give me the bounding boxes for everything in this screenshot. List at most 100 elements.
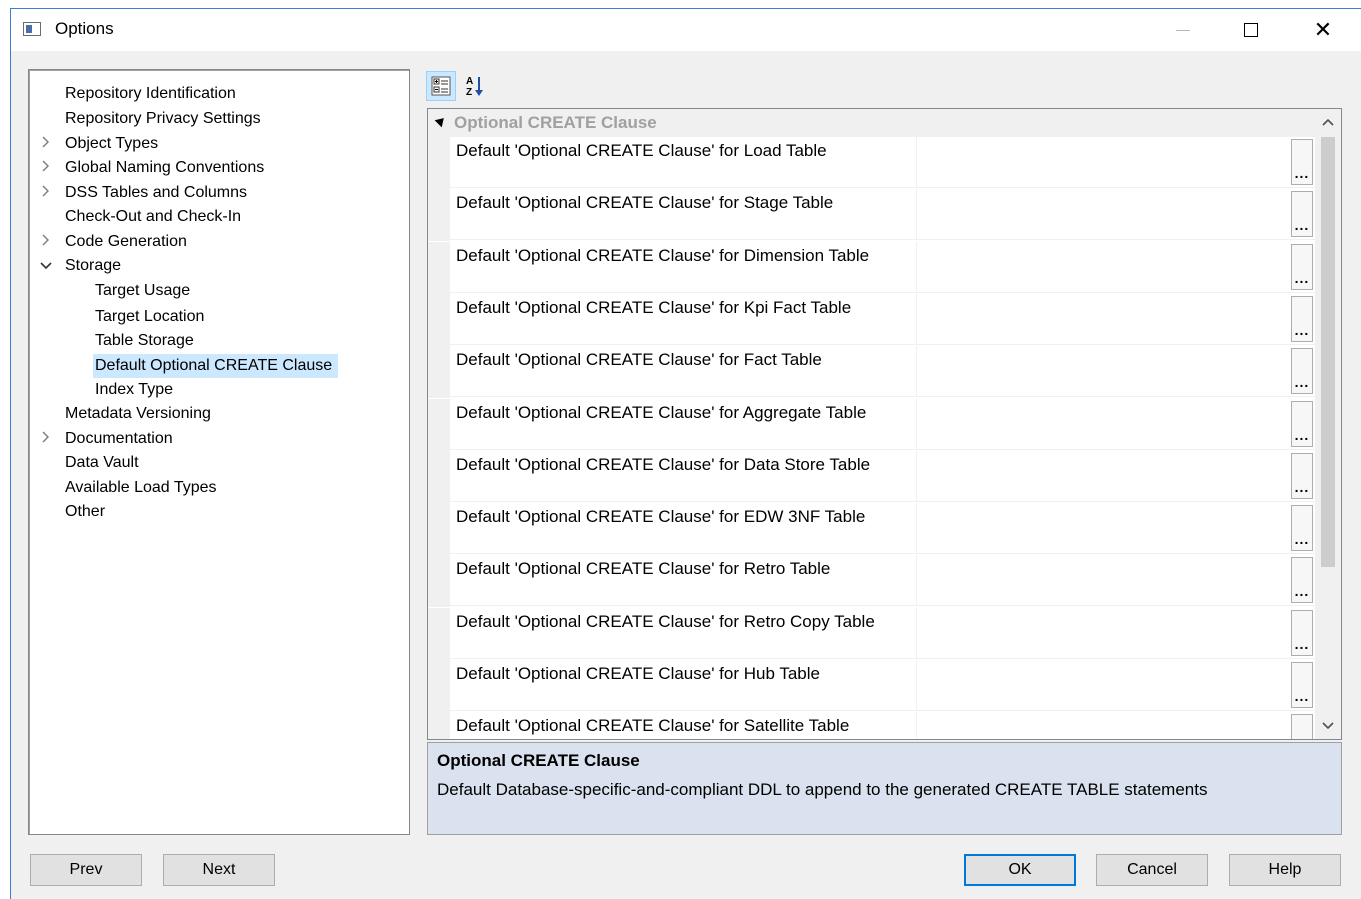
- property-value-field[interactable]: ...: [917, 660, 1315, 711]
- property-value-field[interactable]: ...: [917, 399, 1315, 450]
- property-value-field[interactable]: ...: [917, 555, 1315, 607]
- tree-item[interactable]: Data Vault: [63, 451, 145, 475]
- property-value-field[interactable]: ...: [917, 242, 1315, 293]
- property-row[interactable]: Default 'Optional CREATE Clause' for Dim…: [428, 241, 1315, 294]
- next-button[interactable]: Next: [163, 854, 275, 886]
- vertical-scrollbar[interactable]: [1315, 109, 1341, 739]
- property-name[interactable]: Default 'Optional CREATE Clause' for Ret…: [450, 555, 917, 607]
- alphabetical-sort-icon: A Z: [466, 76, 483, 98]
- tree-item[interactable]: Target Usage: [93, 279, 196, 303]
- close-button[interactable]: ✕: [1291, 9, 1355, 51]
- chevron-down-icon[interactable]: [39, 254, 53, 278]
- property-row[interactable]: Default 'Optional CREATE Clause' for Loa…: [428, 137, 1315, 189]
- ellipsis-button[interactable]: ...: [1291, 295, 1313, 342]
- row-margin: [428, 503, 450, 556]
- categorized-view-icon: [431, 76, 451, 96]
- property-name[interactable]: Default 'Optional CREATE Clause' for Kpi…: [450, 293, 917, 345]
- category-label: Optional CREATE Clause: [454, 113, 657, 132]
- property-name[interactable]: Default 'Optional CREATE Clause' for Sat…: [450, 712, 917, 739]
- property-grid: Optional CREATE Clause Default 'Optional…: [427, 108, 1342, 740]
- ellipsis-button[interactable]: ...: [1291, 714, 1313, 739]
- tree-item[interactable]: Other: [63, 500, 111, 524]
- property-value-field[interactable]: ...: [917, 503, 1315, 555]
- scroll-thumb[interactable]: [1321, 137, 1335, 567]
- tree-item[interactable]: Default Optional CREATE Clause: [93, 354, 339, 378]
- tree-item[interactable]: Table Storage: [93, 329, 200, 353]
- tree-item[interactable]: Documentation: [63, 427, 179, 451]
- ellipsis-button[interactable]: ...: [1291, 505, 1313, 552]
- tree-item[interactable]: Storage: [63, 254, 127, 278]
- tree-item[interactable]: Check-Out and Check-In: [63, 205, 247, 229]
- property-row[interactable]: Default 'Optional CREATE Clause' for Dat…: [428, 450, 1315, 503]
- chevron-right-icon[interactable]: [39, 132, 53, 156]
- ellipsis-button[interactable]: ...: [1291, 452, 1313, 499]
- property-row[interactable]: Default 'Optional CREATE Clause' for EDW…: [428, 503, 1315, 556]
- cancel-button[interactable]: Cancel: [1096, 854, 1208, 886]
- chevron-right-icon[interactable]: [39, 181, 53, 205]
- help-button[interactable]: Help: [1229, 854, 1341, 886]
- property-row[interactable]: Default 'Optional CREATE Clause' for Kpi…: [428, 293, 1315, 346]
- row-margin: [428, 346, 450, 399]
- property-row[interactable]: Default 'Optional CREATE Clause' for Agg…: [428, 398, 1315, 451]
- ellipsis-button[interactable]: ...: [1291, 139, 1313, 185]
- scroll-down-icon[interactable]: [1315, 713, 1341, 739]
- collapse-triangle-icon[interactable]: [434, 114, 448, 128]
- ellipsis-button[interactable]: ...: [1291, 609, 1313, 656]
- property-value-field[interactable]: ...: [917, 608, 1315, 659]
- ellipsis-button[interactable]: ...: [1291, 348, 1313, 395]
- property-name[interactable]: Default 'Optional CREATE Clause' for Sta…: [450, 189, 917, 241]
- categorized-view-button[interactable]: [426, 71, 456, 101]
- ellipsis-button[interactable]: ...: [1291, 243, 1313, 290]
- tree-item[interactable]: Available Load Types: [63, 476, 223, 500]
- tree-item[interactable]: DSS Tables and Columns: [63, 181, 253, 205]
- property-name[interactable]: Default 'Optional CREATE Clause' for Loa…: [450, 137, 917, 188]
- property-row[interactable]: Default 'Optional CREATE Clause' for Hub…: [428, 660, 1315, 712]
- tree-item[interactable]: Code Generation: [63, 230, 193, 254]
- tree-item[interactable]: Global Naming Conventions: [63, 156, 270, 180]
- property-name[interactable]: Default 'Optional CREATE Clause' for Dat…: [450, 450, 917, 502]
- tree-item[interactable]: Metadata Versioning: [63, 402, 217, 426]
- category-row[interactable]: Optional CREATE Clause: [428, 109, 1315, 137]
- tree-item[interactable]: Index Type: [93, 378, 179, 402]
- tree-item[interactable]: Repository Privacy Settings: [63, 107, 267, 131]
- chevron-right-icon[interactable]: [39, 427, 53, 451]
- property-row[interactable]: Default 'Optional CREATE Clause' for Sat…: [428, 712, 1315, 739]
- chevron-right-icon[interactable]: [39, 230, 53, 254]
- ok-button[interactable]: OK: [964, 854, 1076, 886]
- tree-item[interactable]: Repository Identification: [63, 82, 242, 106]
- property-value-field[interactable]: ...: [917, 712, 1315, 739]
- prev-button[interactable]: Prev: [30, 854, 142, 886]
- property-row[interactable]: Default 'Optional CREATE Clause' for Ret…: [428, 607, 1315, 660]
- property-name[interactable]: Default 'Optional CREATE Clause' for Ret…: [450, 607, 917, 659]
- row-margin: [428, 555, 450, 608]
- close-icon: ✕: [1313, 17, 1333, 42]
- property-value-field[interactable]: ...: [917, 189, 1315, 241]
- app-window-icon: [23, 22, 41, 36]
- property-row[interactable]: Default 'Optional CREATE Clause' for Sta…: [428, 189, 1315, 242]
- description-title: Optional CREATE Clause: [437, 751, 640, 770]
- property-value-field[interactable]: ...: [917, 294, 1315, 345]
- property-name[interactable]: Default 'Optional CREATE Clause' for Hub…: [450, 660, 917, 711]
- property-row[interactable]: Default 'Optional CREATE Clause' for Fac…: [428, 346, 1315, 399]
- property-value-field[interactable]: ...: [917, 451, 1315, 502]
- ellipsis-button[interactable]: ...: [1291, 557, 1313, 604]
- tree-item[interactable]: Target Location: [93, 305, 210, 329]
- property-value-field[interactable]: ...: [917, 346, 1315, 398]
- ellipsis-button[interactable]: ...: [1291, 191, 1313, 238]
- property-name[interactable]: Default 'Optional CREATE Clause' for Agg…: [450, 398, 917, 450]
- ellipsis-button[interactable]: ...: [1291, 662, 1313, 708]
- property-name[interactable]: Default 'Optional CREATE Clause' for Dim…: [450, 241, 917, 293]
- property-row[interactable]: Default 'Optional CREATE Clause' for Ret…: [428, 555, 1315, 608]
- property-name[interactable]: Default 'Optional CREATE Clause' for EDW…: [450, 503, 917, 555]
- tree-item[interactable]: Object Types: [63, 132, 164, 156]
- scroll-up-icon[interactable]: [1315, 109, 1341, 135]
- property-name[interactable]: Default 'Optional CREATE Clause' for Fac…: [450, 346, 917, 398]
- options-tree[interactable]: Repository Identification Repository Priv…: [28, 69, 410, 835]
- maximize-button[interactable]: [1219, 9, 1283, 51]
- chevron-right-icon[interactable]: [39, 156, 53, 180]
- ellipsis-button[interactable]: ...: [1291, 400, 1313, 447]
- property-value-field[interactable]: ...: [917, 137, 1315, 188]
- minimize-button[interactable]: [1151, 9, 1215, 51]
- alphabetical-sort-button[interactable]: A Z: [460, 71, 490, 101]
- row-margin: [428, 398, 450, 451]
